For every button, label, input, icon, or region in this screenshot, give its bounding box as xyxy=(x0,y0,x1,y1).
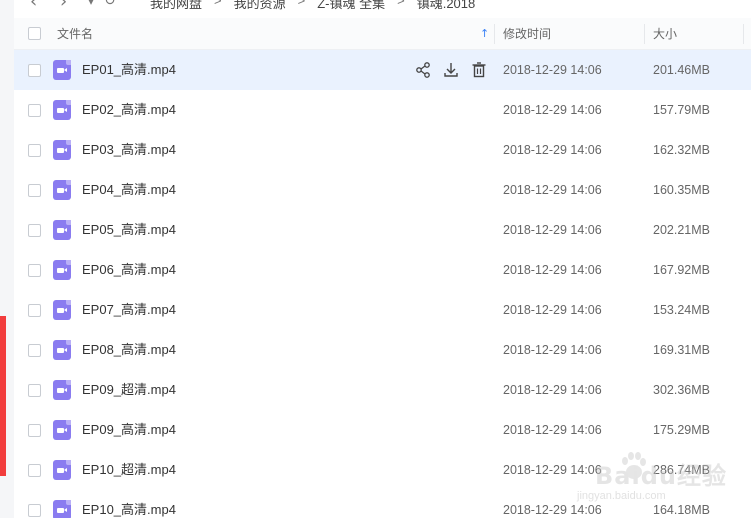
row-checkbox[interactable] xyxy=(28,104,41,117)
row-checkbox[interactable] xyxy=(28,144,41,157)
forward-arrow-icon[interactable]: › xyxy=(60,0,67,12)
column-header-name[interactable]: 文件名 xyxy=(57,18,93,50)
file-size: 202.21MB xyxy=(653,223,710,237)
column-divider xyxy=(644,24,645,44)
file-row[interactable]: EP07_高清.mp4 2018-12-29 14:06 153.24MB xyxy=(14,290,751,330)
file-name[interactable]: EP03_高清.mp4 xyxy=(82,130,176,170)
file-modified-time: 2018-12-29 14:06 xyxy=(503,63,602,77)
breadcrumb-item[interactable]: 镇魂.2018 xyxy=(411,0,482,12)
file-modified-time: 2018-12-29 14:06 xyxy=(503,263,602,277)
file-size: 169.31MB xyxy=(653,343,710,357)
sort-ascending-icon[interactable]: ↑ xyxy=(480,27,489,40)
file-size: 160.35MB xyxy=(653,183,710,197)
refresh-icon[interactable]: ↻ xyxy=(104,0,116,9)
file-row[interactable]: EP09_超清.mp4 2018-12-29 14:06 302.36MB xyxy=(14,370,751,410)
file-size: 302.36MB xyxy=(653,383,710,397)
file-modified-time: 2018-12-29 14:06 xyxy=(503,423,602,437)
column-header-time[interactable]: 修改时间 xyxy=(503,18,551,50)
video-file-icon xyxy=(53,100,71,120)
file-row[interactable]: EP05_高清.mp4 2018-12-29 14:06 202.21MB xyxy=(14,210,751,250)
nav-toolbar: ‹ › ▾ ↻ 我的网盘 > 我的资源 > Z-镇魂 全集 > 镇魂.2018 xyxy=(14,0,751,18)
file-size: 162.32MB xyxy=(653,143,710,157)
file-name[interactable]: EP10_超清.mp4 xyxy=(82,450,176,490)
file-name[interactable]: EP08_高清.mp4 xyxy=(82,330,176,370)
row-checkbox[interactable] xyxy=(28,184,41,197)
file-row[interactable]: EP03_高清.mp4 2018-12-29 14:06 162.32MB xyxy=(14,130,751,170)
row-checkbox[interactable] xyxy=(28,424,41,437)
watermark-text: Baidu经验 xyxy=(595,462,727,490)
row-checkbox[interactable] xyxy=(28,304,41,317)
breadcrumb-separator: > xyxy=(397,0,405,8)
row-checkbox[interactable] xyxy=(28,64,41,77)
file-modified-time: 2018-12-29 14:06 xyxy=(503,223,602,237)
file-name[interactable]: EP01_高清.mp4 xyxy=(82,50,176,90)
file-size: 167.92MB xyxy=(653,263,710,277)
select-all-checkbox[interactable] xyxy=(28,27,41,40)
row-checkbox[interactable] xyxy=(28,464,41,477)
video-file-icon xyxy=(53,340,71,360)
video-file-icon xyxy=(53,220,71,240)
file-name[interactable]: EP02_高清.mp4 xyxy=(82,90,176,130)
history-dropdown-icon[interactable]: ▾ xyxy=(88,0,94,8)
file-size: 157.79MB xyxy=(653,103,710,117)
video-file-icon xyxy=(53,380,71,400)
video-file-icon xyxy=(53,500,71,518)
file-row[interactable]: EP09_高清.mp4 2018-12-29 14:06 175.29MB xyxy=(14,410,751,450)
left-red-bar xyxy=(0,316,6,476)
file-modified-time: 2018-12-29 14:06 xyxy=(503,343,602,357)
file-list: EP01_高清.mp4 2018-12-29 14:06 201.46MB EP02_… xyxy=(14,50,751,518)
file-row[interactable]: EP06_高清.mp4 2018-12-29 14:06 167.92MB xyxy=(14,250,751,290)
row-checkbox[interactable] xyxy=(28,384,41,397)
file-name[interactable]: EP05_高清.mp4 xyxy=(82,210,176,250)
file-modified-time: 2018-12-29 14:06 xyxy=(503,303,602,317)
file-name[interactable]: EP04_高清.mp4 xyxy=(82,170,176,210)
video-file-icon xyxy=(53,300,71,320)
column-header-size[interactable]: 大小 xyxy=(653,18,677,50)
column-divider xyxy=(743,24,744,44)
file-name[interactable]: EP06_高清.mp4 xyxy=(82,250,176,290)
file-size: 175.29MB xyxy=(653,423,710,437)
file-size: 201.46MB xyxy=(653,63,710,77)
row-checkbox[interactable] xyxy=(28,224,41,237)
breadcrumb-item[interactable]: 我的网盘 xyxy=(144,0,208,12)
breadcrumb: 我的网盘 > 我的资源 > Z-镇魂 全集 > 镇魂.2018 xyxy=(144,0,481,12)
row-checkbox[interactable] xyxy=(28,504,41,517)
file-name[interactable]: EP07_高清.mp4 xyxy=(82,290,176,330)
download-icon[interactable] xyxy=(442,61,460,79)
file-name[interactable]: EP09_超清.mp4 xyxy=(82,370,176,410)
breadcrumb-item[interactable]: Z-镇魂 全集 xyxy=(311,0,391,12)
file-modified-time: 2018-12-29 14:06 xyxy=(503,103,602,117)
file-row[interactable]: EP08_高清.mp4 2018-12-29 14:06 169.31MB xyxy=(14,330,751,370)
file-list-header: 文件名 ↑ 修改时间 大小 xyxy=(14,18,751,50)
share-icon[interactable] xyxy=(414,61,432,79)
file-modified-time: 2018-12-29 14:06 xyxy=(503,143,602,157)
file-modified-time: 2018-12-29 14:06 xyxy=(503,383,602,397)
breadcrumb-separator: > xyxy=(214,0,222,8)
video-file-icon xyxy=(53,140,71,160)
file-row[interactable]: EP04_高清.mp4 2018-12-29 14:06 160.35MB xyxy=(14,170,751,210)
column-divider xyxy=(494,24,495,44)
row-checkbox[interactable] xyxy=(28,344,41,357)
video-file-icon xyxy=(53,60,71,80)
trash-icon[interactable] xyxy=(470,61,488,79)
breadcrumb-separator: > xyxy=(297,0,306,8)
row-actions xyxy=(414,61,488,79)
video-file-icon xyxy=(53,420,71,440)
baidu-jingyan-watermark: Baidu经验 jingyan.baidu.com xyxy=(565,452,751,518)
breadcrumb-item[interactable]: 我的资源 xyxy=(228,0,292,12)
file-modified-time: 2018-12-29 14:06 xyxy=(503,183,602,197)
file-name[interactable]: EP10_高清.mp4 xyxy=(82,490,176,518)
video-file-icon xyxy=(53,260,71,280)
file-size: 153.24MB xyxy=(653,303,710,317)
row-checkbox[interactable] xyxy=(28,264,41,277)
video-file-icon xyxy=(53,460,71,480)
back-arrow-icon[interactable]: ‹ xyxy=(30,0,37,12)
file-row[interactable]: EP01_高清.mp4 2018-12-29 14:06 201.46MB xyxy=(14,50,751,90)
watermark-url: jingyan.baidu.com xyxy=(577,490,666,502)
file-row[interactable]: EP02_高清.mp4 2018-12-29 14:06 157.79MB xyxy=(14,90,751,130)
file-name[interactable]: EP09_高清.mp4 xyxy=(82,410,176,450)
video-file-icon xyxy=(53,180,71,200)
left-panel-edge xyxy=(0,0,14,518)
